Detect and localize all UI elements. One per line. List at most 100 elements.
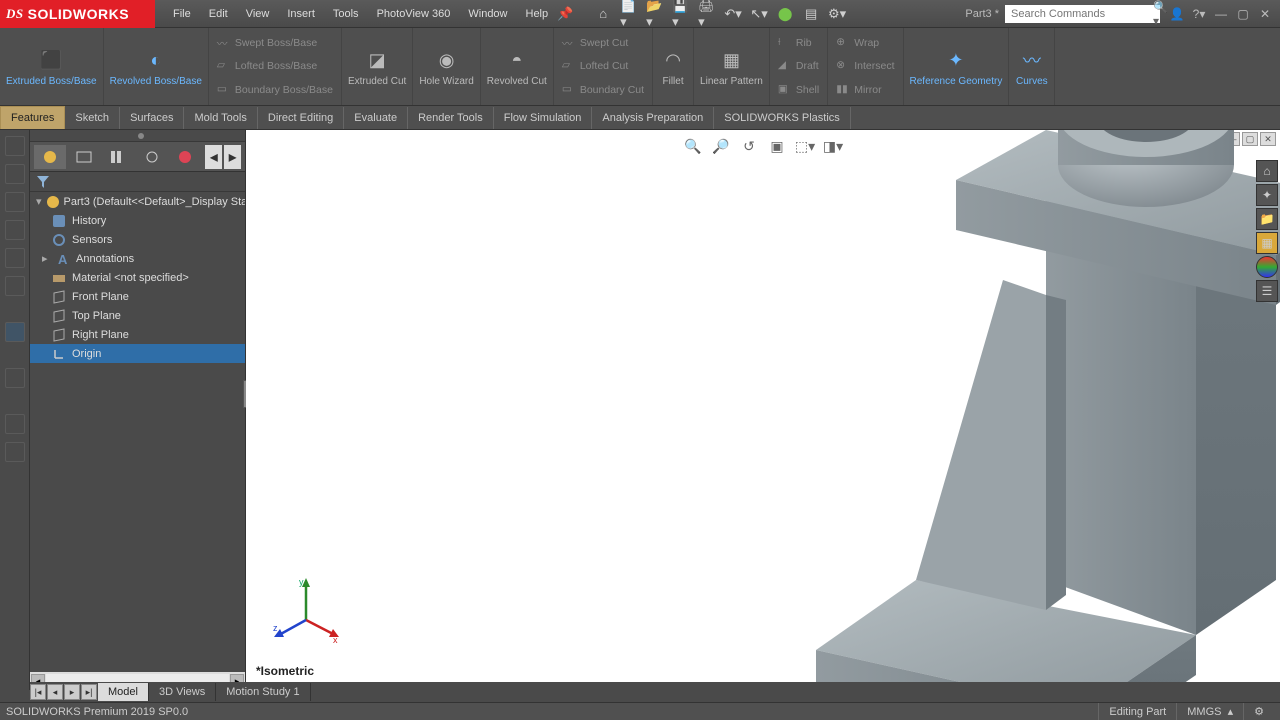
swept-cut-button[interactable]: 〰Swept Cut xyxy=(562,36,644,50)
graphics-viewport[interactable]: 🔍 🔎 ↺ ▣ ⬚▾ ◨▾ ⧉ ▦ — ▢ ✕ xyxy=(246,130,1280,690)
extruded-boss-button[interactable]: ⬛ Extruded Boss/Base xyxy=(0,28,104,105)
zoom-area-icon[interactable]: 🔎 xyxy=(709,134,733,158)
panel-icon-5[interactable] xyxy=(5,248,25,268)
taskpane-home-icon[interactable]: ⌂ xyxy=(1256,160,1278,182)
status-units[interactable]: MMGS ▴ xyxy=(1176,703,1243,720)
draft-button[interactable]: ◢Draft xyxy=(778,59,819,73)
zoom-fit-icon[interactable]: 🔍 xyxy=(681,134,705,158)
new-icon[interactable]: 📄▾ xyxy=(620,5,638,23)
tree-history[interactable]: History xyxy=(30,211,245,230)
tab-analysis-prep[interactable]: Analysis Preparation xyxy=(592,107,714,129)
gear-icon[interactable]: ⚙▾ xyxy=(828,5,846,23)
tree-sensors[interactable]: Sensors xyxy=(30,230,245,249)
tree-tab-display[interactable] xyxy=(169,145,201,169)
bottom-tab-model[interactable]: Model xyxy=(98,683,149,701)
tree-tab-property[interactable] xyxy=(68,145,100,169)
fillet-button[interactable]: ◠ Fillet xyxy=(653,28,694,105)
undo-icon[interactable]: ↶▾ xyxy=(724,5,742,23)
pin-icon[interactable]: 📌 xyxy=(556,5,574,23)
panel-icon-2[interactable] xyxy=(5,164,25,184)
tree-tab-config[interactable] xyxy=(102,145,134,169)
menu-tools[interactable]: Tools xyxy=(325,4,367,24)
section-view-icon[interactable]: ▣ xyxy=(765,134,789,158)
search-input[interactable] xyxy=(1011,8,1153,20)
panel-icon-10[interactable] xyxy=(5,442,25,462)
panel-icon-9[interactable] xyxy=(5,414,25,434)
panel-icon-4[interactable] xyxy=(5,220,25,240)
panel-icon-8[interactable] xyxy=(5,368,25,388)
tab-sw-plastics[interactable]: SOLIDWORKS Plastics xyxy=(714,107,851,129)
curves-button[interactable]: 〰 Curves xyxy=(1009,28,1055,105)
tree-nav-left[interactable]: ◂ xyxy=(205,145,222,169)
mirror-button[interactable]: ▮▮Mirror xyxy=(836,83,894,97)
status-extra-icon[interactable]: ⚙ xyxy=(1243,703,1274,720)
select-icon[interactable]: ↖▾ xyxy=(750,5,768,23)
panel-icon-7[interactable] xyxy=(5,322,25,342)
display-style-icon[interactable]: ◨▾ xyxy=(821,134,845,158)
tree-material[interactable]: Material <not specified> xyxy=(30,268,245,287)
tab-mold-tools[interactable]: Mold Tools xyxy=(184,107,257,129)
tree-annotations[interactable]: ▸ A Annotations xyxy=(30,249,245,268)
nav-last-icon[interactable]: ▸| xyxy=(81,684,97,700)
taskpane-resources-icon[interactable]: ✦ xyxy=(1256,184,1278,206)
tree-right-plane[interactable]: Right Plane xyxy=(30,325,245,344)
minimize-icon[interactable]: — xyxy=(1210,5,1232,23)
linear-pattern-button[interactable]: ▦ Linear Pattern xyxy=(694,28,770,105)
rib-button[interactable]: ⟊Rib xyxy=(778,36,819,50)
intersect-button[interactable]: ⊗Intersect xyxy=(836,59,894,73)
home-icon[interactable]: ⌂ xyxy=(594,5,612,23)
close-icon[interactable]: ✕ xyxy=(1254,5,1276,23)
tab-render-tools[interactable]: Render Tools xyxy=(408,107,494,129)
nav-first-icon[interactable]: |◂ xyxy=(30,684,46,700)
menu-view[interactable]: View xyxy=(238,4,278,24)
tab-evaluate[interactable]: Evaluate xyxy=(344,107,408,129)
taskpane-view-icon[interactable]: ▦ xyxy=(1256,232,1278,254)
lofted-boss-button[interactable]: ▱Lofted Boss/Base xyxy=(217,59,333,73)
boundary-boss-button[interactable]: ▭Boundary Boss/Base xyxy=(217,83,333,97)
menu-edit[interactable]: Edit xyxy=(201,4,236,24)
nav-prev-icon[interactable]: ◂ xyxy=(47,684,63,700)
tree-tab-dim[interactable] xyxy=(136,145,168,169)
tab-sketch[interactable]: Sketch xyxy=(65,107,120,129)
save-icon[interactable]: 💾▾ xyxy=(672,5,690,23)
print-icon[interactable]: 🖨▾ xyxy=(698,5,716,23)
prev-view-icon[interactable]: ↺ xyxy=(737,134,761,158)
wrap-button[interactable]: ⊕Wrap xyxy=(836,36,894,50)
menu-photoview[interactable]: PhotoView 360 xyxy=(369,4,459,24)
panel-icon-3[interactable] xyxy=(5,192,25,212)
shell-button[interactable]: ▣Shell xyxy=(778,83,819,97)
tree-root[interactable]: ▾ Part3 (Default<<Default>_Display Sta xyxy=(30,192,245,211)
help-icon[interactable]: ?▾ xyxy=(1188,5,1210,23)
tree-nav-right[interactable]: ▸ xyxy=(224,145,241,169)
swept-boss-button[interactable]: 〰Swept Boss/Base xyxy=(217,36,333,50)
restore-icon[interactable]: ▢ xyxy=(1232,5,1254,23)
taskpane-library-icon[interactable]: 📁 xyxy=(1256,208,1278,230)
menu-file[interactable]: File xyxy=(165,4,199,24)
bottom-tab-motion[interactable]: Motion Study 1 xyxy=(216,683,310,701)
rebuild-icon[interactable]: ⬤ xyxy=(776,5,794,23)
nav-next-icon[interactable]: ▸ xyxy=(64,684,80,700)
lofted-cut-button[interactable]: ▱Lofted Cut xyxy=(562,59,644,73)
menu-help[interactable]: Help xyxy=(518,4,557,24)
revolved-boss-button[interactable]: ◐ Revolved Boss/Base xyxy=(104,28,209,105)
tree-top-plane[interactable]: Top Plane xyxy=(30,306,245,325)
tree-tab-feature[interactable] xyxy=(34,145,66,169)
taskpane-appearance-icon[interactable] xyxy=(1256,256,1278,278)
extruded-cut-button[interactable]: ◪ Extruded Cut xyxy=(342,28,413,105)
tree-origin[interactable]: Origin xyxy=(30,344,245,363)
tree-front-plane[interactable]: Front Plane xyxy=(30,287,245,306)
panel-icon-6[interactable] xyxy=(5,276,25,296)
revolved-cut-button[interactable]: ◓ Revolved Cut xyxy=(481,28,554,105)
tree-filter-row[interactable] xyxy=(30,172,245,192)
taskpane-props-icon[interactable]: ☰ xyxy=(1256,280,1278,302)
tab-direct-editing[interactable]: Direct Editing xyxy=(258,107,344,129)
hole-wizard-button[interactable]: ◉ Hole Wizard xyxy=(413,28,480,105)
boundary-cut-button[interactable]: ▭Boundary Cut xyxy=(562,83,644,97)
options-icon[interactable]: ▤ xyxy=(802,5,820,23)
view-triad[interactable]: y x z xyxy=(271,575,341,645)
menu-insert[interactable]: Insert xyxy=(279,4,323,24)
open-icon[interactable]: 📂▾ xyxy=(646,5,664,23)
tab-features[interactable]: Features xyxy=(0,106,65,129)
tab-flow-simulation[interactable]: Flow Simulation xyxy=(494,107,593,129)
view-orient-icon[interactable]: ⬚▾ xyxy=(793,134,817,158)
